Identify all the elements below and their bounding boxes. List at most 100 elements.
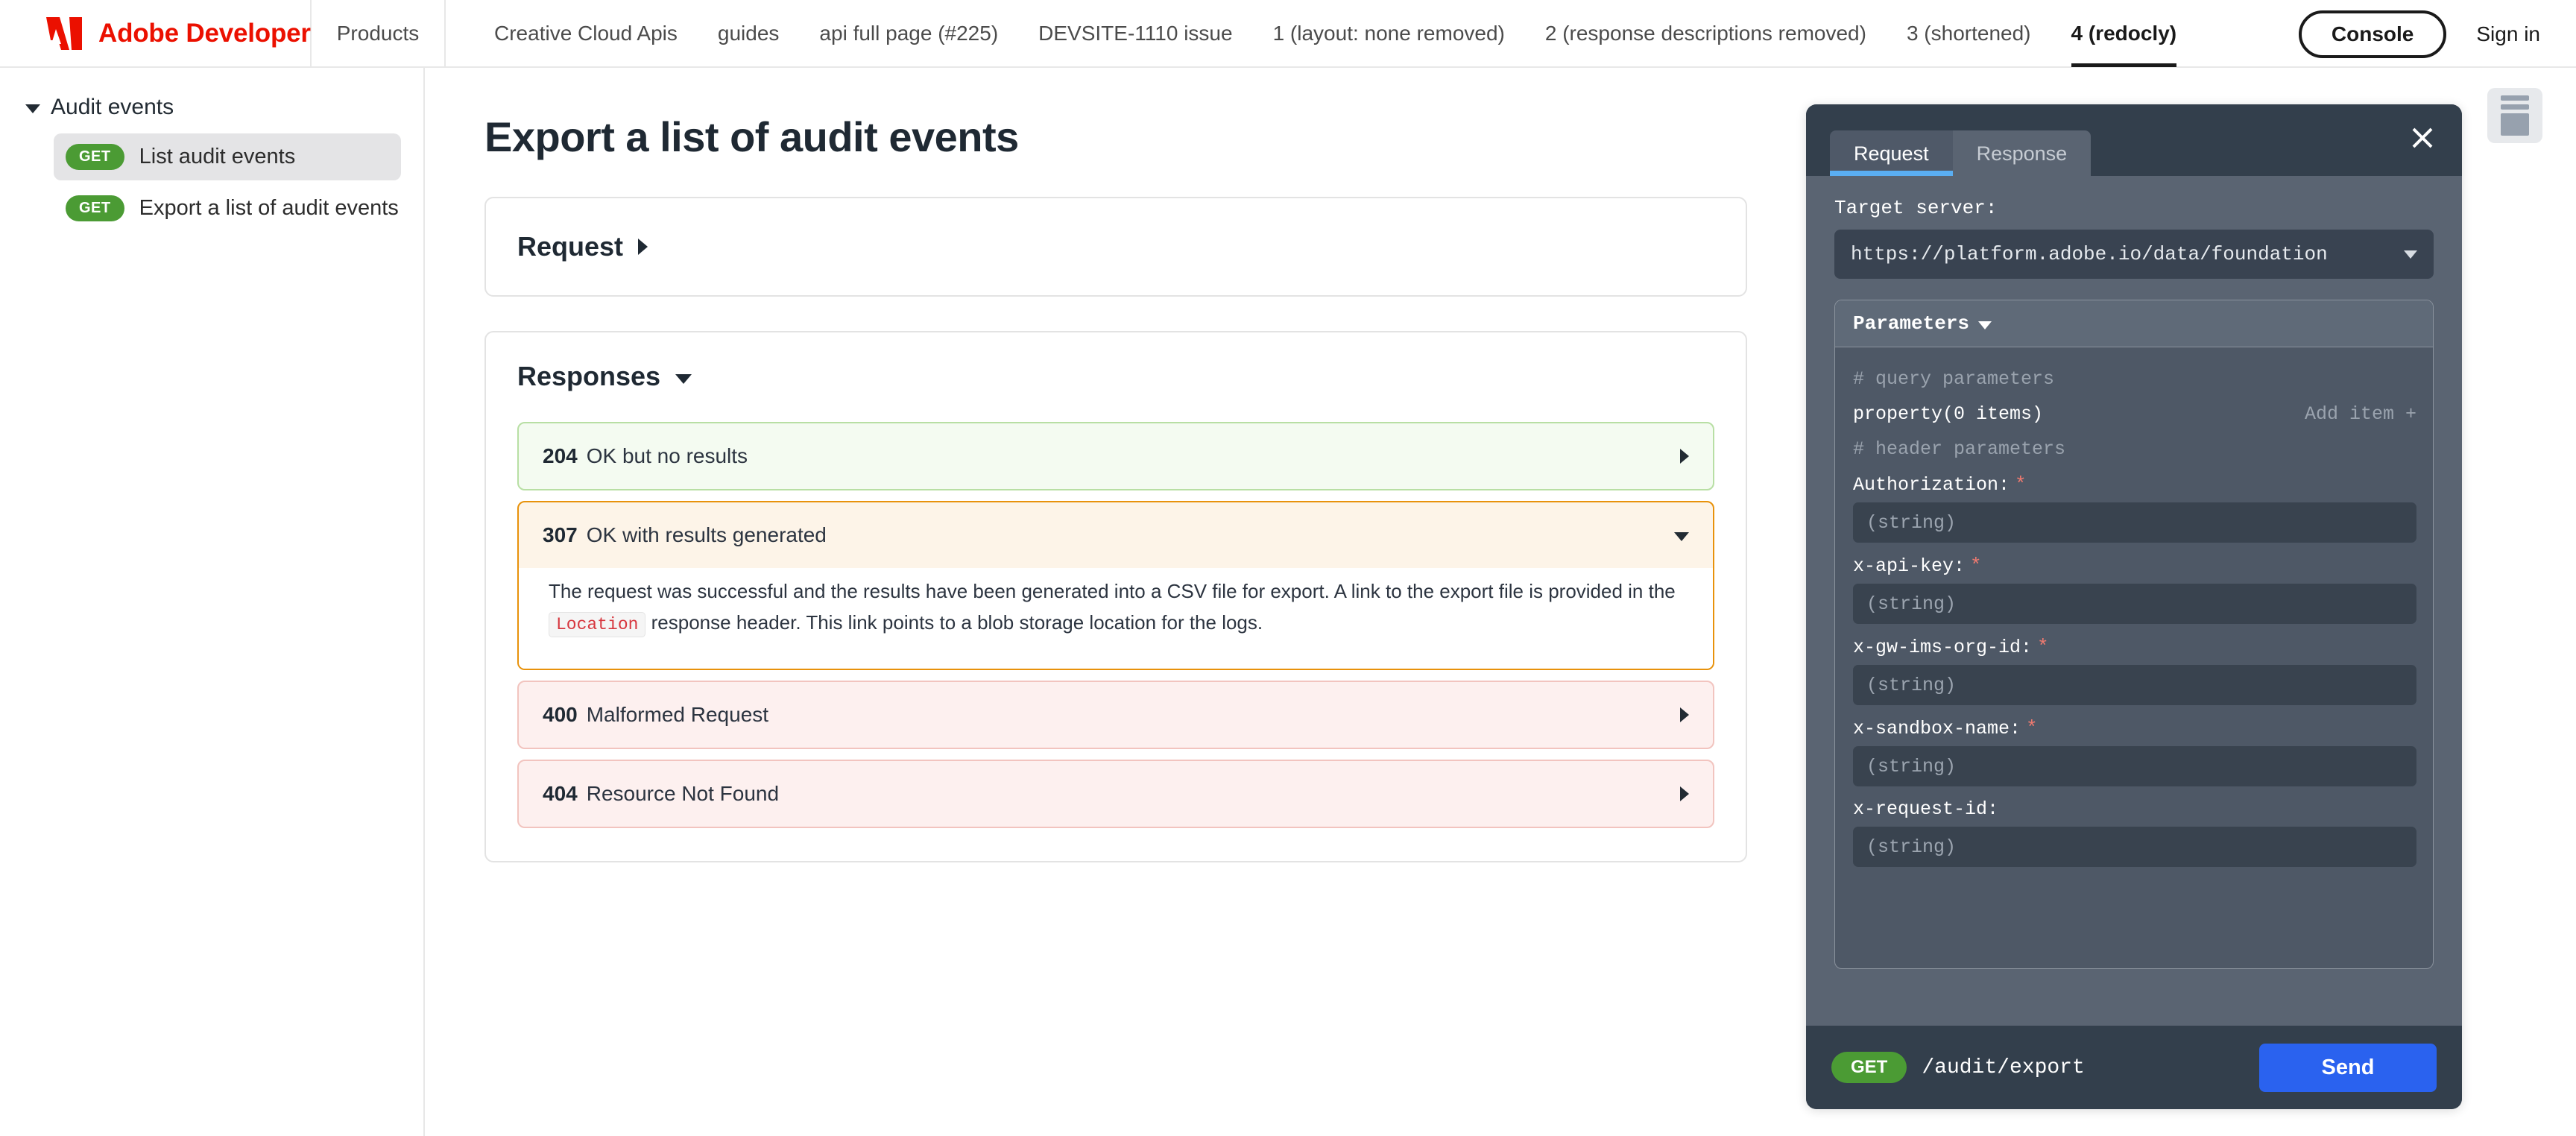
endpoint-path: /audit/export bbox=[1922, 1055, 2085, 1079]
nav-tab-3-shortened[interactable]: 3 (shortened) bbox=[1887, 0, 2051, 67]
chevron-right-icon bbox=[1680, 707, 1689, 723]
layout-panel-block bbox=[2501, 113, 2529, 136]
tab-response-label: Response bbox=[1976, 142, 2068, 165]
param-name: x-api-key: bbox=[1853, 555, 1966, 577]
param-input-placeholder: (string) bbox=[1866, 511, 1957, 534]
nav-tab-4-redocly[interactable]: 4 (redocly) bbox=[2051, 0, 2197, 67]
chevron-right-icon bbox=[1680, 449, 1689, 464]
nav-tab-creative-cloud-apis[interactable]: Creative Cloud Apis bbox=[474, 0, 698, 67]
chevron-down-icon bbox=[1978, 321, 1992, 329]
layout-panel-icon[interactable] bbox=[2487, 88, 2542, 143]
responses-section-toggle[interactable]: Responses bbox=[517, 361, 1714, 392]
chevron-right-icon bbox=[1680, 786, 1689, 802]
tab-request[interactable]: Request bbox=[1830, 130, 1953, 176]
nav-tab-2-response-descriptions-removed[interactable]: 2 (response descriptions removed) bbox=[1525, 0, 1887, 67]
request-section-toggle[interactable]: Request bbox=[517, 231, 1714, 262]
page-title: Export a list of audit events bbox=[484, 113, 1019, 160]
tab-request-label: Request bbox=[1854, 142, 1929, 165]
response-row-header[interactable]: 400 Malformed Request bbox=[519, 682, 1713, 748]
brand-name: Adobe Developer bbox=[98, 18, 311, 48]
response-description-text-1: The request was successful and the resul… bbox=[549, 580, 1676, 602]
param-input-placeholder: (string) bbox=[1866, 755, 1957, 777]
method-badge-get: GET bbox=[1831, 1052, 1907, 1083]
method-badge-get: GET bbox=[66, 195, 124, 221]
response-row-body: The request was successful and the resul… bbox=[519, 568, 1713, 669]
response-row-header[interactable]: 204 OK but no results bbox=[519, 423, 1713, 489]
param-name: x-request-id: bbox=[1853, 798, 1999, 820]
inline-code-location: Location bbox=[549, 612, 646, 638]
param-input-x-gw-ims-org-id[interactable]: (string) bbox=[1853, 665, 2416, 705]
nav-tab-api-full-page[interactable]: api full page (#225) bbox=[799, 0, 1018, 67]
response-row-header[interactable]: 404 Resource Not Found bbox=[519, 761, 1713, 827]
console-button[interactable]: Console bbox=[2298, 10, 2447, 58]
request-card: Request bbox=[484, 197, 1747, 297]
param-label-x-api-key: x-api-key: * bbox=[1853, 555, 2416, 577]
response-status-code: 204 bbox=[543, 444, 578, 467]
adobe-logo-icon bbox=[46, 16, 82, 50]
response-row-204: 204 OK but no results bbox=[517, 422, 1714, 490]
parameters-list: # query parameters property(0 items) Add… bbox=[1835, 347, 2433, 894]
tab-response[interactable]: Response bbox=[1952, 130, 2092, 176]
response-status-text: OK with results generated bbox=[586, 523, 827, 546]
responses-card: Responses 204 OK but no results 307 OK w… bbox=[484, 331, 1747, 863]
layout-panel-bar bbox=[2501, 95, 2529, 101]
param-name: x-sandbox-name: bbox=[1853, 718, 2021, 739]
target-server-select[interactable]: https://platform.adobe.io/data/foundatio… bbox=[1834, 230, 2434, 279]
try-it-panel: Request Response Target server: https://… bbox=[1806, 104, 2462, 1109]
target-server-value: https://platform.adobe.io/data/foundatio… bbox=[1851, 243, 2328, 265]
sidebar-item-list-audit-events[interactable]: GET List audit events bbox=[54, 133, 401, 180]
console-button-label: Console bbox=[2331, 22, 2414, 45]
sign-in-link[interactable]: Sign in bbox=[2476, 22, 2540, 46]
response-row-list: 204 OK but no results 307 OK with result… bbox=[517, 422, 1714, 829]
close-icon[interactable] bbox=[2408, 124, 2437, 152]
brand-home-link[interactable]: Adobe Developer bbox=[0, 0, 312, 67]
chevron-right-icon bbox=[638, 239, 648, 255]
param-input-authorization[interactable]: (string) bbox=[1853, 502, 2416, 543]
nav-tab-guides[interactable]: guides bbox=[698, 0, 800, 67]
sign-in-label: Sign in bbox=[2476, 22, 2540, 45]
param-label-x-gw-ims-org-id: x-gw-ims-org-id: * bbox=[1853, 636, 2416, 658]
param-input-x-request-id[interactable]: (string) bbox=[1853, 827, 2416, 867]
param-input-x-api-key[interactable]: (string) bbox=[1853, 584, 2416, 624]
property-row-label: property(0 items) bbox=[1853, 403, 2044, 425]
nav-tab-devsite-issue[interactable]: DEVSITE-1110 issue bbox=[1018, 0, 1252, 67]
try-it-panel-footer: GET /audit/export Send bbox=[1806, 1026, 2462, 1109]
response-row-header[interactable]: 307 OK with results generated bbox=[519, 502, 1713, 568]
response-row-404: 404 Resource Not Found bbox=[517, 760, 1714, 829]
required-asterisk-icon: * bbox=[1970, 555, 1982, 577]
param-input-placeholder: (string) bbox=[1866, 674, 1957, 696]
main-content: Export a list of audit events Request Re… bbox=[426, 68, 1805, 1136]
param-label-x-request-id: x-request-id: bbox=[1853, 798, 2416, 820]
sidebar-group-audit-events[interactable]: Audit events bbox=[0, 86, 423, 129]
param-input-x-sandbox-name[interactable]: (string) bbox=[1853, 746, 2416, 786]
sidebar-item-export-a-list-of-audit-events[interactable]: GET Export a list of audit events bbox=[54, 185, 401, 232]
nav-tab-1-layout-none-removed[interactable]: 1 (layout: none removed) bbox=[1253, 0, 1525, 67]
response-status-text: Malformed Request bbox=[586, 703, 769, 727]
chevron-down-icon bbox=[675, 373, 692, 384]
try-it-panel-header: Request Response bbox=[1806, 104, 2462, 176]
nav-tab-list: Creative Cloud Apis guides api full page… bbox=[446, 0, 2197, 67]
nav-tab-label: 4 (redocly) bbox=[2071, 21, 2177, 45]
send-button[interactable]: Send bbox=[2259, 1043, 2437, 1092]
nav-tab-label: DEVSITE-1110 issue bbox=[1038, 21, 1233, 45]
parameters-section-label: Parameters bbox=[1853, 312, 1970, 335]
query-parameters-comment: # query parameters bbox=[1853, 368, 2055, 390]
nav-right-actions: Console Sign in bbox=[2298, 0, 2540, 68]
param-label-x-sandbox-name: x-sandbox-name: * bbox=[1853, 717, 2416, 739]
chevron-down-icon bbox=[2404, 250, 2417, 259]
sidebar-group-label: Audit events bbox=[51, 95, 174, 119]
param-label-authorization: Authorization: * bbox=[1853, 473, 2416, 496]
nav-tab-label: 3 (shortened) bbox=[1906, 21, 2031, 45]
add-item-button[interactable]: Add item + bbox=[2305, 403, 2416, 425]
nav-products[interactable]: Products bbox=[312, 0, 446, 67]
nav-products-label: Products bbox=[336, 21, 420, 45]
try-it-panel-body: Target server: https://platform.adobe.io… bbox=[1806, 176, 2462, 1026]
layout-panel-bar bbox=[2501, 104, 2529, 110]
parameters-section-toggle[interactable]: Parameters bbox=[1835, 300, 2433, 347]
response-status-code: 307 bbox=[543, 523, 578, 546]
param-name: x-gw-ims-org-id: bbox=[1853, 637, 2033, 658]
param-input-placeholder: (string) bbox=[1866, 836, 1957, 858]
response-status-code: 404 bbox=[543, 782, 578, 806]
try-it-tab-list: Request Response bbox=[1830, 130, 2092, 176]
param-name: Authorization: bbox=[1853, 474, 2010, 496]
